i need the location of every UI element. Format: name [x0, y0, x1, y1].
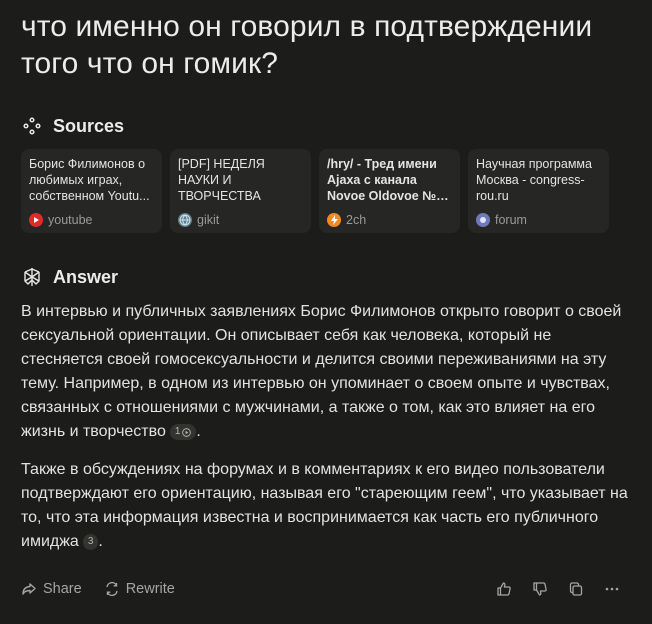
footer-left-actions: Share Rewrite: [21, 581, 175, 597]
answer-heading-label: Answer: [53, 266, 119, 287]
source-site: 2ch: [346, 213, 367, 227]
answer-paragraph: В интервью и публичных заявлениях Борис …: [21, 300, 631, 444]
source-site: gikit: [197, 213, 220, 227]
rewrite-button[interactable]: Rewrite: [104, 581, 175, 597]
rewrite-icon: [106, 581, 118, 597]
source-cards: Борис Филимонов о любимых играх, собстве…: [21, 149, 609, 233]
share-button[interactable]: Share: [21, 581, 82, 597]
answer-text: Также в обсуждениях на форумах и в комме…: [21, 461, 628, 550]
source-card-2ch[interactable]: /hry/ - Тред имени Ajaxa с канала Novoe …: [319, 149, 460, 233]
source-meta: gikit: [178, 213, 303, 227]
2ch-icon: [327, 213, 341, 227]
more-options-icon[interactable]: [603, 580, 621, 598]
answer-text: В интервью и публичных заявлениях Борис …: [21, 303, 622, 440]
source-title: [PDF] НЕДЕЛЯ НАУКИ И ТВОРЧЕСТВА: [178, 157, 265, 203]
rewrite-label: Rewrite: [125, 581, 175, 597]
sentence-period: .: [98, 533, 103, 550]
source-title: Борис Филимонов о любимых играх, собстве…: [29, 157, 150, 203]
source-title: Научная программа Москва - congress-rou.…: [476, 157, 592, 203]
citation-badge[interactable]: 3: [82, 534, 99, 550]
forum-icon: [476, 213, 490, 227]
source-card-gikit[interactable]: [PDF] НЕДЕЛЯ НАУКИ И ТВОРЧЕСТВА gikit: [170, 149, 311, 233]
copy-icon[interactable]: [567, 580, 585, 598]
citation-badge[interactable]: 1: [169, 424, 197, 440]
sources-heading: Sources: [21, 115, 124, 137]
answer-actions: Share Rewrite: [21, 577, 631, 601]
sources-heading-label: Sources: [53, 115, 125, 136]
thumbs-down-icon[interactable]: [531, 580, 549, 598]
answer-body: В интервью и публичных заявлениях Борис …: [21, 300, 631, 568]
source-site: youtube: [48, 213, 93, 227]
sources-icon: [21, 115, 43, 137]
citation-number: 1: [174, 426, 181, 437]
source-title: /hry/ - Тред имени Ajaxa с канала Novoe …: [327, 157, 437, 203]
source-meta: 2ch: [327, 213, 452, 227]
answer-paragraph: Также в обсуждениях на форумах и в комме…: [21, 458, 631, 554]
play-icon: [182, 427, 192, 437]
source-card-youtube[interactable]: Борис Филимонов о любимых играх, собстве…: [21, 149, 162, 233]
footer-right-actions: [495, 580, 621, 598]
youtube-icon: [29, 213, 43, 227]
source-card-forum[interactable]: Научная программа Москва - congress-rou.…: [468, 149, 609, 233]
sentence-period: .: [196, 423, 201, 440]
answer-logo-icon: [21, 266, 43, 288]
share-icon: [22, 583, 36, 595]
thumbs-up-icon[interactable]: [495, 580, 513, 598]
question-title: что именно он говорил в подтверждении то…: [21, 10, 593, 80]
answer-heading: Answer: [21, 266, 118, 288]
source-site: forum: [495, 213, 527, 227]
share-label: Share: [43, 581, 82, 597]
globe-icon: [178, 213, 192, 227]
source-meta: forum: [476, 213, 601, 227]
source-meta: youtube: [29, 213, 154, 227]
